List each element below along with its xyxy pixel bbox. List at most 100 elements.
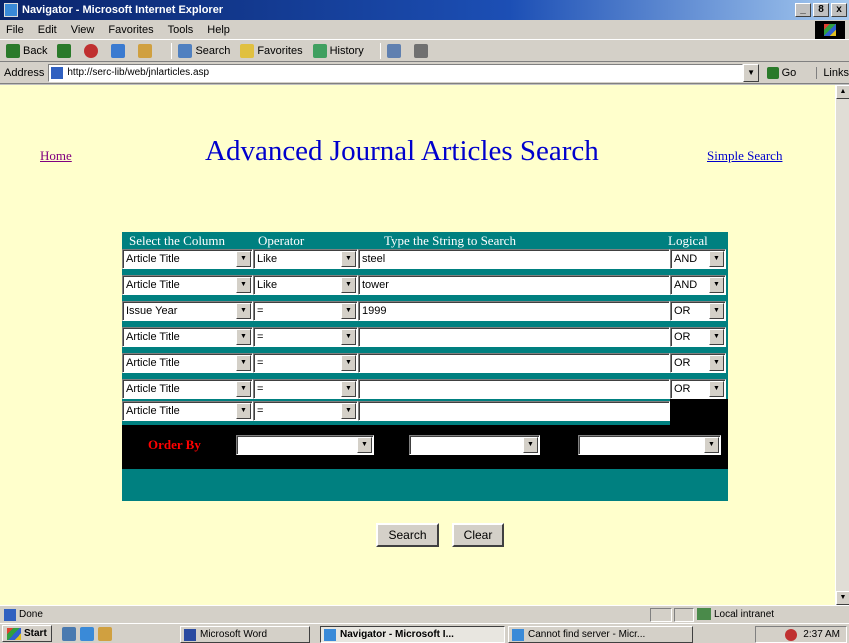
history-button[interactable]: History <box>312 43 364 58</box>
start-button[interactable]: Start <box>2 625 52 642</box>
close-button[interactable]: x <box>831 3 847 17</box>
operator-select[interactable]: = ▼ <box>253 301 358 321</box>
task-cannot-find-server[interactable]: Cannot find server - Micr... <box>508 626 693 643</box>
history-icon <box>312 43 327 58</box>
favorites-button[interactable]: Favorites <box>240 43 303 58</box>
menu-file[interactable]: File <box>6 24 24 36</box>
windows-logo-icon <box>815 21 845 39</box>
column-select[interactable]: Issue Year ▼ <box>122 301 253 321</box>
column-select[interactable]: Article Title ▼ <box>122 401 253 421</box>
security-zone: Local intranet <box>697 608 774 620</box>
window-title: Navigator - Microsoft Internet Explorer <box>22 4 224 16</box>
column-select[interactable]: Article Title ▼ <box>122 249 253 269</box>
vertical-scrollbar[interactable]: ▲ ▼ <box>835 85 849 605</box>
dropdown-arrow-icon: ▼ <box>709 303 724 319</box>
column-select[interactable]: Article Title ▼ <box>122 379 253 399</box>
search-string-input[interactable]: tower <box>358 275 670 295</box>
stop-button[interactable] <box>84 43 101 58</box>
menu-view[interactable]: View <box>71 24 95 36</box>
search-string-input[interactable] <box>358 379 670 399</box>
mail-button[interactable] <box>386 43 404 58</box>
search-string-input[interactable]: 1999 <box>358 301 670 321</box>
header-operator: Operator <box>258 233 305 248</box>
logical-select[interactable]: OR ▼ <box>670 353 726 373</box>
search-string-input[interactable]: steel <box>358 249 670 269</box>
scroll-up-icon[interactable]: ▲ <box>836 85 849 99</box>
logical-select[interactable]: AND ▼ <box>670 275 726 295</box>
search-string-input[interactable] <box>358 353 670 373</box>
status-bar: Done Local intranet <box>0 605 849 623</box>
criteria-row: Article Title ▼ Like ▼ tower AND ▼ <box>122 275 728 301</box>
criteria-row: Article Title ▼ = ▼ OR ▼ <box>122 353 728 379</box>
clear-button[interactable]: Clear <box>452 523 504 547</box>
outlook-icon[interactable] <box>97 626 112 641</box>
address-input[interactable]: http://serc-lib/web/jnlarticles.asp <box>48 63 744 82</box>
dropdown-arrow-icon: ▼ <box>341 251 356 267</box>
header-logical: Logical <box>668 233 708 248</box>
dropdown-arrow-icon: ▼ <box>341 355 356 371</box>
page-done-icon <box>4 608 16 621</box>
favorites-icon <box>240 43 255 58</box>
menu-tools[interactable]: Tools <box>168 24 194 36</box>
menu-favorites[interactable]: Favorites <box>108 24 153 36</box>
address-url: http://serc-lib/web/jnlarticles.asp <box>67 67 210 78</box>
logical-select[interactable]: AND ▼ <box>670 249 726 269</box>
column-select[interactable]: Article Title ▼ <box>122 353 253 373</box>
search-form-table: Select the Column Operator Type the Stri… <box>122 232 728 501</box>
address-dropdown-button[interactable]: ▼ <box>743 63 759 82</box>
menu-edit[interactable]: Edit <box>38 24 57 36</box>
task-word[interactable]: Microsoft Word <box>180 626 310 643</box>
tray-icon[interactable] <box>785 628 798 641</box>
refresh-icon <box>111 43 126 58</box>
operator-select[interactable]: Like ▼ <box>253 275 358 295</box>
simple-search-link[interactable]: Simple Search <box>707 148 782 164</box>
logical-select[interactable]: OR ▼ <box>670 327 726 347</box>
order-by-select-3[interactable]: ▼ <box>578 435 721 455</box>
search-string-input[interactable] <box>358 327 670 347</box>
task-navigator[interactable]: Navigator - Microsoft I... <box>320 626 505 643</box>
search-string-input[interactable] <box>358 401 670 421</box>
go-button[interactable]: Go <box>766 66 796 79</box>
forward-button[interactable] <box>57 43 74 58</box>
minimize-button[interactable]: _ <box>795 3 811 17</box>
mail-icon <box>386 43 401 58</box>
order-by-select-2[interactable]: ▼ <box>409 435 540 455</box>
dropdown-arrow-icon: ▼ <box>709 329 724 345</box>
system-tray: 2:37 AM <box>755 626 847 643</box>
dropdown-arrow-icon: ▼ <box>341 329 356 345</box>
home-link[interactable]: Home <box>40 148 72 164</box>
column-select[interactable]: Article Title ▼ <box>122 275 253 295</box>
home-button[interactable] <box>138 43 155 58</box>
operator-select[interactable]: = ▼ <box>253 401 358 421</box>
criteria-row: Issue Year ▼ = ▼ 1999 OR ▼ <box>122 301 728 327</box>
operator-select[interactable]: = ▼ <box>253 379 358 399</box>
order-by-select-1[interactable]: ▼ <box>236 435 374 455</box>
scroll-down-icon[interactable]: ▼ <box>836 591 849 605</box>
toolbar-separator <box>171 42 173 59</box>
dropdown-arrow-icon: ▼ <box>357 437 372 453</box>
operator-select[interactable]: Like ▼ <box>253 249 358 269</box>
search-button[interactable]: Search <box>376 523 439 547</box>
dropdown-arrow-icon: ▼ <box>236 251 251 267</box>
windows-flag-icon <box>7 627 21 640</box>
logical-select[interactable]: OR ▼ <box>670 379 726 399</box>
operator-select[interactable]: = ▼ <box>253 353 358 373</box>
show-desktop-icon[interactable] <box>61 626 76 641</box>
operator-select[interactable]: = ▼ <box>253 327 358 347</box>
links-button[interactable]: Links <box>816 66 849 79</box>
maximize-button[interactable]: 8 <box>813 3 829 17</box>
back-arrow-icon <box>6 43 20 58</box>
column-select[interactable]: Article Title ▼ <box>122 327 253 347</box>
back-button[interactable]: Back <box>6 43 47 58</box>
ie-icon <box>4 3 18 17</box>
search-button[interactable]: Search <box>178 43 230 58</box>
logical-select[interactable]: OR ▼ <box>670 301 726 321</box>
dropdown-arrow-icon: ▼ <box>523 437 538 453</box>
standard-toolbar: Back Search Favorites History <box>0 40 849 62</box>
refresh-button[interactable] <box>111 43 128 58</box>
page-icon <box>51 66 64 79</box>
dropdown-arrow-icon: ▼ <box>236 355 251 371</box>
print-button[interactable] <box>413 43 431 58</box>
ie-quicklaunch-icon[interactable] <box>79 626 94 641</box>
menu-help[interactable]: Help <box>207 24 230 36</box>
